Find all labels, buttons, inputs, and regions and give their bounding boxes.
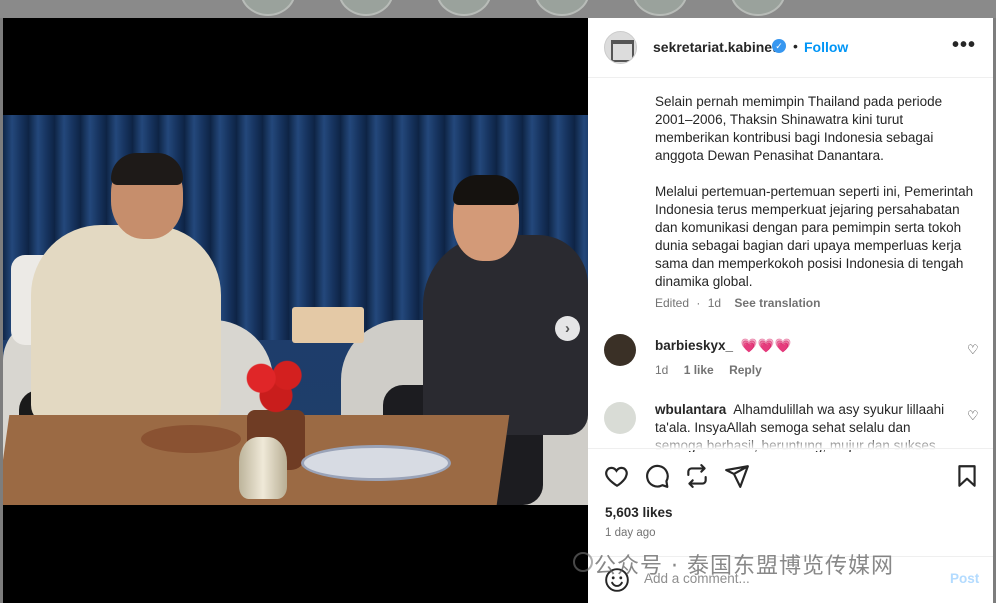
comment-username[interactable]: wbulantara xyxy=(655,402,726,417)
comment-icon[interactable] xyxy=(644,463,670,489)
follow-button[interactable]: Follow xyxy=(804,39,848,55)
post-photo[interactable] xyxy=(3,115,588,505)
story-item[interactable] xyxy=(534,0,590,16)
edited-time[interactable]: 1d xyxy=(708,296,721,310)
likes-count[interactable]: 5,603 likes xyxy=(605,505,673,520)
story-item[interactable] xyxy=(240,0,296,16)
more-options-icon[interactable]: ••• xyxy=(952,34,976,57)
post-media[interactable]: › xyxy=(3,18,588,603)
watermark-text: 公众号 · 泰国东盟博览传媒网 xyxy=(594,554,894,579)
comment-avatar[interactable] xyxy=(604,334,636,366)
comment-text: 💗💗💗 xyxy=(740,338,792,353)
meta-separator: · xyxy=(696,296,701,310)
edited-label: Edited xyxy=(655,296,690,310)
post-side-panel: sekretariat.kabinet ✓ • Follow ••• Selai… xyxy=(588,18,993,603)
next-arrow-icon: › xyxy=(565,320,570,337)
account-avatar[interactable] xyxy=(604,31,637,64)
comment-time[interactable]: 1d xyxy=(655,363,668,377)
heart-icon[interactable] xyxy=(604,463,630,489)
post-comment-button[interactable]: Post xyxy=(950,571,979,586)
comment-avatar[interactable] xyxy=(604,402,636,434)
person-left-hair xyxy=(111,153,183,185)
story-item[interactable] xyxy=(436,0,492,16)
share-icon[interactable] xyxy=(684,463,710,489)
story-item[interactable] xyxy=(632,0,688,16)
bookmark-icon[interactable] xyxy=(954,463,980,489)
verified-badge-icon: ✓ xyxy=(772,39,786,53)
post-header: sekretariat.kabinet ✓ • Follow ••• xyxy=(588,18,993,78)
person-right-hair xyxy=(453,175,519,205)
see-translation-link[interactable]: See translation xyxy=(734,296,820,310)
caption-meta: Edited · 1d See translation xyxy=(655,296,820,310)
caption-paragraph: Selain pernah memimpin Thailand pada per… xyxy=(655,94,943,163)
send-icon[interactable] xyxy=(724,463,750,489)
person-left xyxy=(31,225,221,425)
comment-item: barbieskyx_ 💗💗💗 1d 1 like Reply ♡ xyxy=(604,334,984,384)
watermark-logo-icon xyxy=(573,552,593,572)
comment-meta: 1d 1 like Reply xyxy=(655,363,774,377)
decorative-plate xyxy=(301,445,451,481)
red-roses xyxy=(239,355,313,413)
comment-text-block: barbieskyx_ 💗💗💗 xyxy=(655,337,960,355)
tissue-box xyxy=(292,307,364,343)
wooden-bowl xyxy=(141,425,241,453)
post-time[interactable]: 1 day ago xyxy=(605,527,656,539)
next-media-button[interactable]: › xyxy=(555,316,580,341)
comment-reply-button[interactable]: Reply xyxy=(729,363,762,377)
header-separator: • xyxy=(793,38,798,54)
comment-username[interactable]: barbieskyx_ xyxy=(655,338,733,353)
story-item[interactable] xyxy=(730,0,786,16)
caption-paragraph: Melalui pertemuan-pertemuan seperti ini,… xyxy=(655,184,974,289)
teapot xyxy=(239,437,287,499)
post-caption: Selain pernah memimpin Thailand pada per… xyxy=(655,93,975,309)
stories-strip xyxy=(0,0,996,18)
story-item[interactable] xyxy=(338,0,394,16)
account-username[interactable]: sekretariat.kabinet xyxy=(653,39,777,55)
comment-likes[interactable]: 1 like xyxy=(684,363,714,377)
comment-like-heart-icon[interactable]: ♡ xyxy=(967,342,981,357)
comment-like-heart-icon[interactable]: ♡ xyxy=(967,408,981,423)
